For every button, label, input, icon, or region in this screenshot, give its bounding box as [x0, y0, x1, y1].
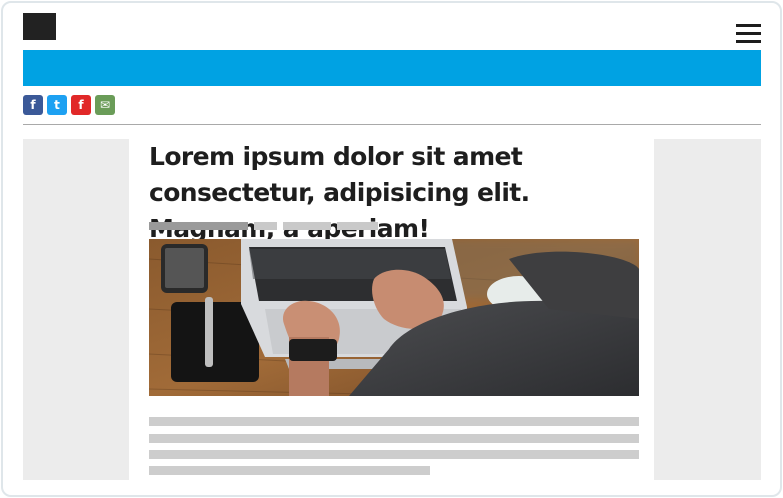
site-logo[interactable] — [23, 13, 56, 40]
meta-placeholder — [283, 222, 331, 230]
article-title: Lorem ipsum dolor sit amet consectetur, … — [149, 142, 530, 243]
menu-bar — [736, 32, 761, 35]
right-sidebar — [654, 139, 761, 480]
facebook-share-icon[interactable]: f — [23, 95, 43, 115]
meta-placeholder — [337, 222, 378, 230]
divider — [23, 124, 761, 125]
twitter-share-icon[interactable]: t — [47, 95, 67, 115]
browser-frame: f t f ✉ Lorem ipsum dolor sit amet consecte… — [1, 1, 782, 497]
flipboard-share-icon[interactable]: f — [71, 95, 91, 115]
text-placeholder-line — [149, 434, 639, 443]
left-sidebar — [23, 139, 129, 480]
share-bar: f t f ✉ — [23, 95, 115, 116]
meta-placeholder — [254, 222, 277, 230]
author-placeholder — [149, 222, 248, 230]
email-share-icon[interactable]: ✉ — [95, 95, 115, 115]
text-placeholder-line — [149, 466, 430, 475]
text-placeholder-line — [149, 417, 639, 426]
hamburger-menu-icon[interactable] — [736, 24, 761, 44]
menu-bar — [736, 24, 761, 27]
menu-bar — [736, 40, 761, 43]
laptop-typing-photo — [149, 239, 639, 396]
text-placeholder-line — [149, 450, 639, 459]
top-banner — [23, 50, 761, 86]
